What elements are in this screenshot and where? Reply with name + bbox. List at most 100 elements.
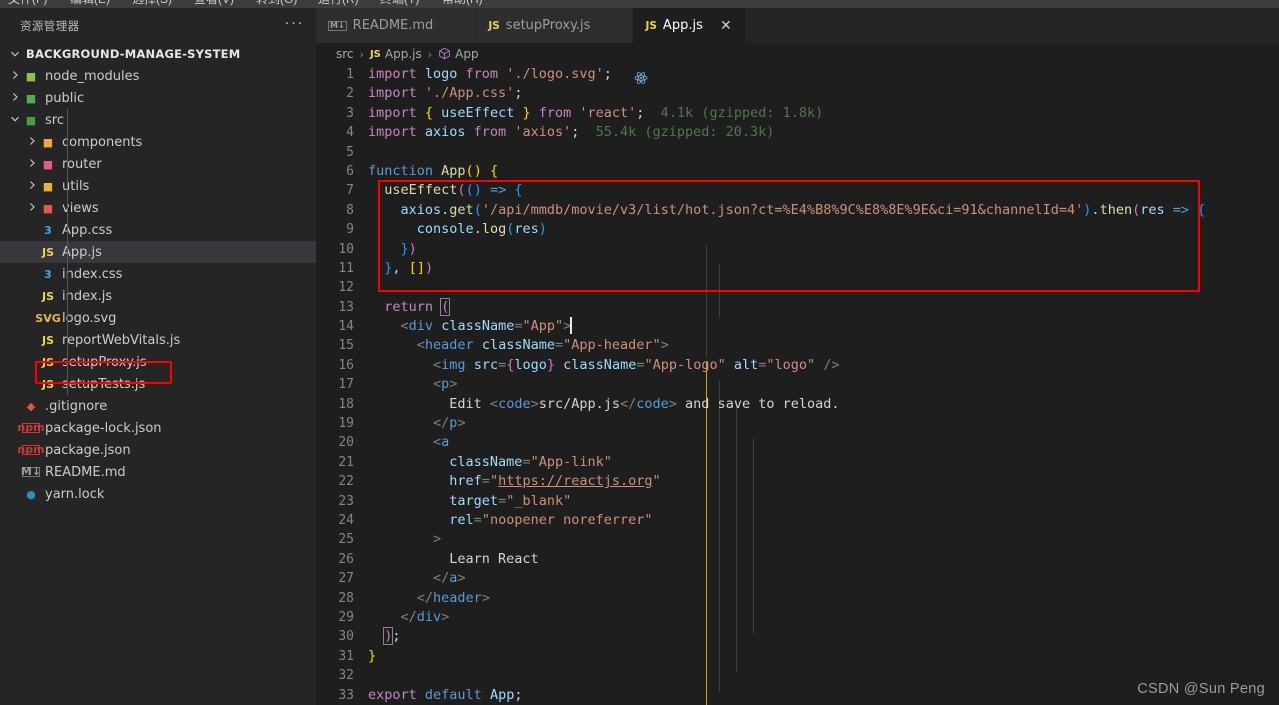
breadcrumb-symbol[interactable]: App <box>455 47 478 61</box>
markdown-file-icon: M↓ <box>20 465 42 478</box>
tree-file-package-lock-json[interactable]: npm package-lock.json <box>0 417 316 439</box>
breadcrumb-folder[interactable]: src <box>336 47 354 61</box>
chevron-down-icon <box>8 114 22 127</box>
tree-file--gitignore[interactable]: ◆ .gitignore <box>0 395 316 417</box>
tree-file-reportwebvitals-js[interactable]: JS reportWebVitals.js <box>0 329 316 351</box>
tree-file-setupproxy-js[interactable]: JS setupProxy.js <box>0 351 316 373</box>
code-token: { <box>489 162 499 179</box>
code-token: 55.4k (gzipped: 20.3k) <box>579 124 775 141</box>
js-file-icon: JS <box>41 377 54 391</box>
code-token: App <box>441 162 466 179</box>
tree-file-index-js[interactable]: JS index.js <box>0 285 316 307</box>
editor-tab-app-js[interactable]: JS App.js ✕ <box>633 8 746 43</box>
code-token: > <box>660 337 669 354</box>
code-token: ( <box>465 162 474 179</box>
code-line: 7 useEffect(() => { <box>316 181 1279 200</box>
tree-file-package-json[interactable]: npm package.json <box>0 439 316 461</box>
code-token: > <box>530 395 539 412</box>
code-token: src/App.js <box>538 395 620 412</box>
css-file-icon: 3 <box>44 267 52 281</box>
code-token: axios <box>400 201 442 218</box>
code-token: > <box>449 376 458 393</box>
tree-file-app-js[interactable]: JS App.js <box>0 241 316 263</box>
more-actions-icon[interactable]: ··· <box>285 15 305 33</box>
code-token: from <box>530 104 580 121</box>
code-token: < <box>433 356 442 373</box>
tree-folder-views[interactable]: ■ views <box>0 197 316 219</box>
code-token: /> <box>823 356 840 373</box>
line-number: 17 <box>338 377 354 393</box>
code-token: </ <box>620 395 637 412</box>
tree-file-app-css[interactable]: 3 App.css <box>0 219 316 241</box>
code-token: ; <box>603 66 612 82</box>
line-content: <p> <box>368 375 457 394</box>
breadcrumb-file[interactable]: App.js <box>385 47 422 61</box>
tree-folder-components[interactable]: ■ components <box>0 131 316 153</box>
tree-folder-node-modules[interactable]: ■ node_modules <box>0 65 316 87</box>
code-line: 16 <img src={logo} className="App-logo" … <box>316 356 1279 375</box>
editor-tab-readme-md[interactable]: M↓README.md✕ <box>316 8 477 43</box>
code-token: import <box>368 66 425 82</box>
line-number: 28 <box>338 590 354 606</box>
code-token: . <box>473 221 482 238</box>
tree-file-setuptests-js[interactable]: JS setupTests.js <box>0 373 316 395</box>
tab-label: setupProxy.js <box>505 18 591 33</box>
code-token: logo <box>424 66 458 82</box>
close-icon[interactable]: ✕ <box>717 18 735 34</box>
line-number: 23 <box>338 493 354 509</box>
line-number: 4 <box>346 125 354 141</box>
code-token: ( <box>473 201 482 218</box>
breadcrumb-separator-1: › <box>359 47 364 61</box>
code-token: from <box>457 66 507 82</box>
js-file-icon: JS <box>645 19 657 32</box>
project-root-row[interactable]: BACKGROUND-MANAGE-SYSTEM <box>0 43 316 65</box>
code-token: "App-link" <box>530 453 612 470</box>
css-file-icon: 3 <box>44 223 52 237</box>
code-line: 13 return ( <box>316 297 1279 317</box>
code-line: 30 ); <box>316 627 1279 646</box>
editor-tab-setupproxy-js[interactable]: JSsetupProxy.js✕ <box>476 8 634 43</box>
code-token: } <box>400 240 409 257</box>
menu-item-7[interactable]: 帮助(H) <box>442 0 483 7</box>
js-file-icon: JS <box>41 333 54 347</box>
editor-tab-bar: M↓README.md✕JSsetupProxy.js✕JSApp.js✕ <box>316 8 1279 43</box>
menu-item-4[interactable]: 转到(G) <box>256 0 297 7</box>
code-token: console <box>416 221 474 238</box>
tree-file-yarn-lock[interactable]: ● yarn.lock <box>0 483 316 505</box>
line-content: import './App.css'; <box>368 84 522 103</box>
js-file-icon: JS <box>41 245 54 259</box>
code-line: 2 import './App.css'; <box>316 84 1279 103</box>
tree-file-index-css[interactable]: 3 index.css <box>0 263 316 285</box>
code-line: 3 import { useEffect } from 'react'; 4.1k… <box>316 104 1279 123</box>
menu-item-0[interactable]: 文件(F) <box>8 0 47 7</box>
tree-folder-src[interactable]: ■ src <box>0 109 316 131</box>
menu-item-3[interactable]: 查看(V) <box>194 0 234 7</box>
tree-folder-utils[interactable]: ■ utils <box>0 175 316 197</box>
tree-file-logo-svg[interactable]: SVG logo.svg <box>0 307 316 329</box>
menu-item-2[interactable]: 选择(S) <box>132 0 172 7</box>
tree-item-label: yarn.lock <box>45 486 105 502</box>
tree-folder-public[interactable]: ■ public <box>0 87 316 109</box>
line-content: <div className="App"> <box>368 317 572 336</box>
menu-item-1[interactable]: 编辑(E) <box>70 0 110 7</box>
menu-item-5[interactable]: 运行(R) <box>318 0 359 7</box>
code-line: 31} <box>316 647 1279 666</box>
code-token: axios <box>424 124 466 141</box>
menu-item-6[interactable]: 终端(T) <box>380 0 419 7</box>
line-number: 31 <box>338 648 354 664</box>
tree-file-readme-md[interactable]: M↓ README.md <box>0 461 316 483</box>
code-token: https://reactjs.org <box>498 473 653 490</box>
folder-src-icon: ■ <box>25 113 37 127</box>
tree-folder-router[interactable]: ■ router <box>0 153 316 175</box>
line-number: 13 <box>338 299 354 315</box>
line-content: return ( <box>368 297 451 317</box>
code-editor[interactable]: 1 import logo from './logo.svg'; 2 import '… <box>316 65 1279 705</box>
code-token: ; <box>514 686 523 703</box>
